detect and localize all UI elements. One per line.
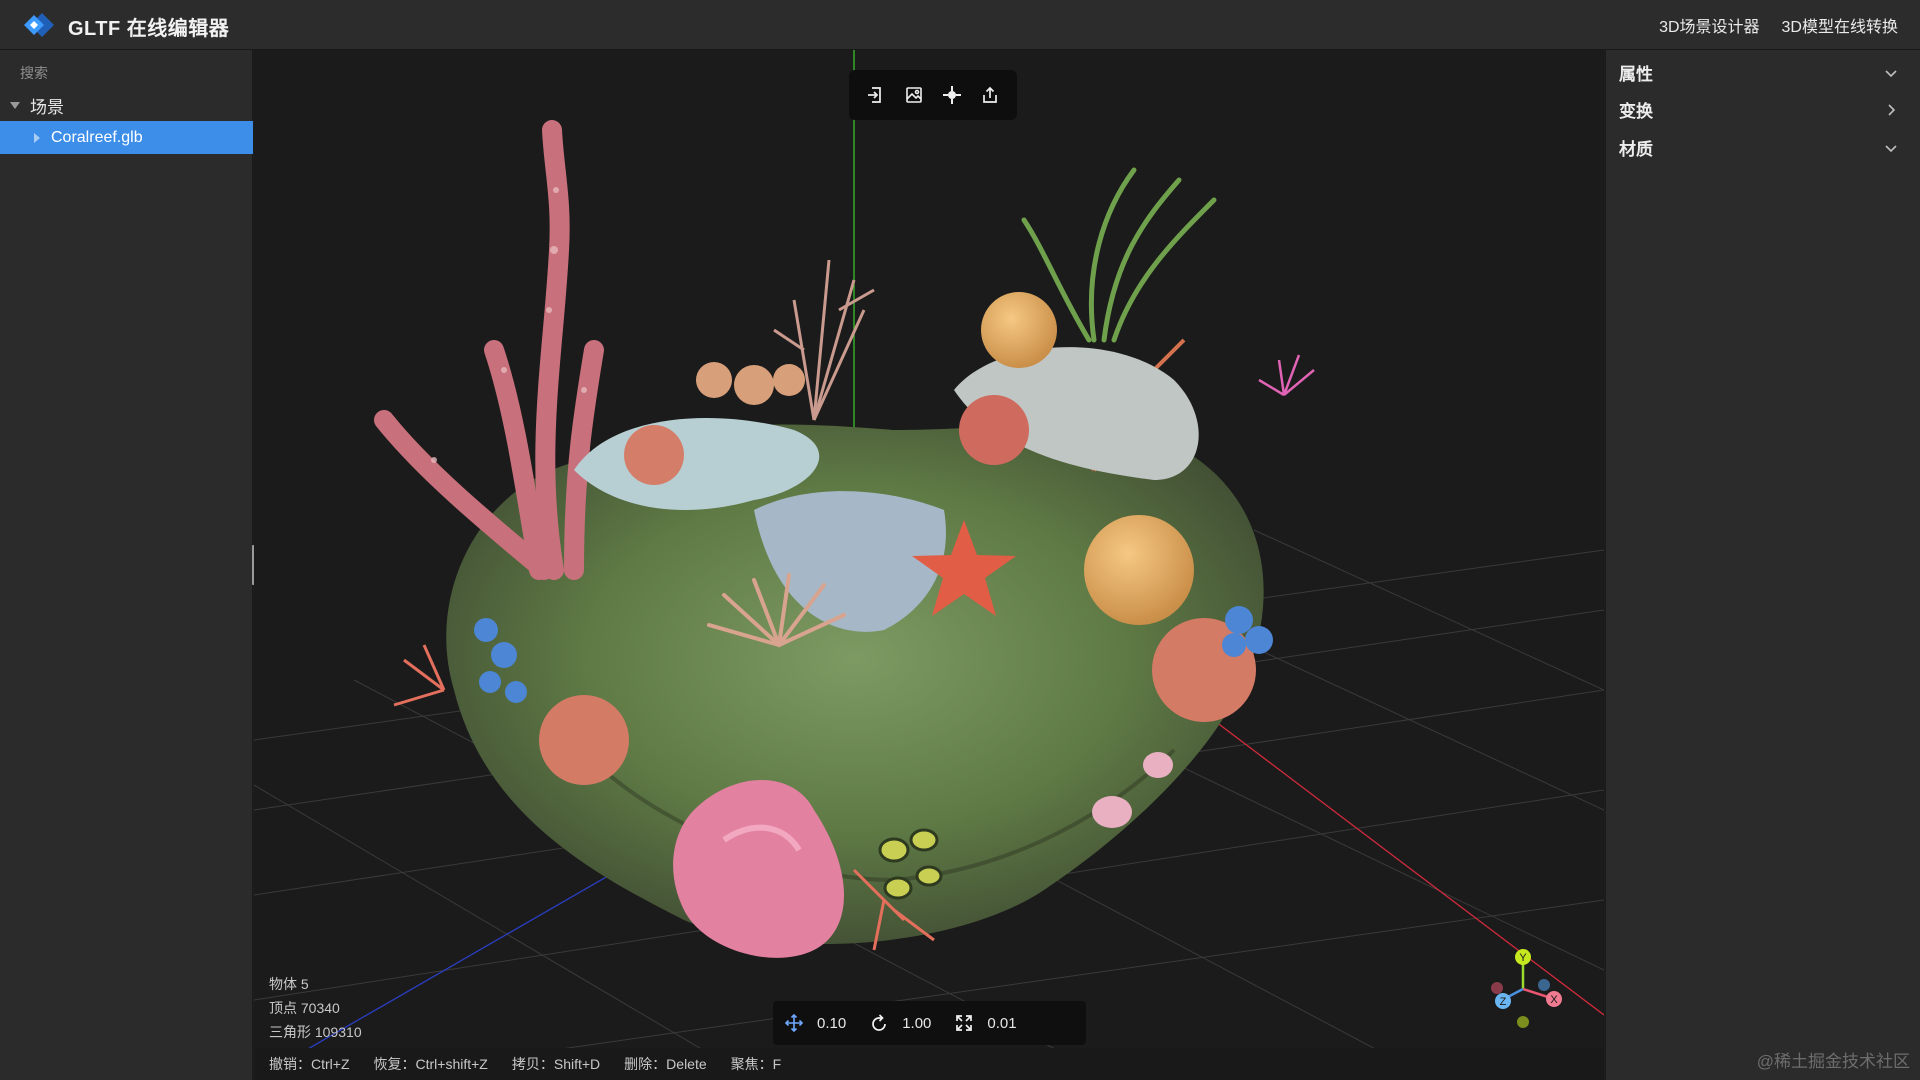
focus-icon[interactable] bbox=[937, 80, 967, 110]
object-count: 物体 5 bbox=[269, 976, 309, 992]
image-export-icon[interactable] bbox=[899, 80, 929, 110]
import-icon[interactable] bbox=[861, 80, 891, 110]
scene-render[interactable] bbox=[254, 50, 1604, 1080]
share-export-icon[interactable] bbox=[975, 80, 1005, 110]
undo-hint: 撤销：Ctrl+Z bbox=[269, 1056, 350, 1072]
tree-node-label: 场景 bbox=[30, 97, 64, 117]
shortcut-hints: 撤销：Ctrl+Z 恢复：Ctrl+shift+Z 拷贝：Shift+D 删除：… bbox=[254, 1048, 1604, 1080]
triangle-count: 三角形 109310 bbox=[269, 1024, 362, 1040]
gizmo-x-handle[interactable]: X bbox=[1546, 991, 1562, 1007]
scene-stats: 物体 5 顶点 70340 三角形 109310 bbox=[269, 972, 362, 1044]
caret-right-icon[interactable] bbox=[34, 132, 40, 143]
section-material[interactable]: 材质 bbox=[1606, 130, 1920, 164]
scale-snap: 0.01 bbox=[953, 1012, 1017, 1034]
properties-panel: 属性 变换 材质 bbox=[1605, 50, 1920, 1080]
chevron-down-icon[interactable] bbox=[1883, 140, 1899, 156]
tree-node-model-selected[interactable]: Coralreef.glb bbox=[0, 121, 253, 154]
gizmo-x-label: X bbox=[1550, 994, 1558, 1006]
app-header: GLTF 在线编辑器 3D场景设计器 3D模型在线转换 bbox=[0, 0, 1920, 50]
delete-hint: 删除：Delete bbox=[624, 1056, 707, 1072]
app-logo-icon bbox=[24, 13, 54, 37]
app-title: GLTF 在线编辑器 bbox=[68, 18, 230, 40]
gizmo-z-handle[interactable]: Z bbox=[1495, 993, 1511, 1009]
header-nav: 3D场景设计器 3D模型在线转换 bbox=[1659, 0, 1898, 50]
copy-hint: 拷贝：Shift+D bbox=[511, 1056, 601, 1072]
redo-hint: 恢复：Ctrl+shift+Z bbox=[373, 1056, 488, 1072]
tree-node-scene[interactable]: 场景 bbox=[0, 90, 253, 120]
gizmo-z-label: Z bbox=[1500, 996, 1507, 1008]
scale-icon[interactable] bbox=[953, 1012, 975, 1034]
rotate-snap: 1.00 bbox=[868, 1012, 931, 1034]
snap-settings-bar: 0.10 1.00 0.01 bbox=[773, 1001, 1086, 1045]
chevron-right-icon[interactable] bbox=[1883, 102, 1899, 118]
focus-hint: 聚焦：F bbox=[730, 1056, 782, 1072]
orientation-gizmo[interactable]: Y X Z bbox=[1479, 943, 1579, 1043]
vertex-count: 顶点 70340 bbox=[269, 1000, 340, 1016]
scale-snap-value[interactable]: 0.01 bbox=[987, 1015, 1016, 1032]
translate-snap: 0.10 bbox=[783, 1012, 846, 1034]
search-input[interactable] bbox=[10, 60, 242, 86]
model-converter-link[interactable]: 3D模型在线转换 bbox=[1782, 13, 1898, 37]
rotate-icon[interactable] bbox=[868, 1012, 890, 1034]
chevron-down-icon[interactable] bbox=[1883, 65, 1899, 81]
scene-tree-panel: 场景 Coralreef.glb bbox=[0, 50, 253, 1080]
section-label: 变换 bbox=[1619, 101, 1653, 121]
gizmo-y-label: Y bbox=[1519, 952, 1527, 964]
coral-reef-model bbox=[374, 120, 1315, 958]
rotate-snap-value[interactable]: 1.00 bbox=[902, 1015, 931, 1032]
move-icon[interactable] bbox=[783, 1012, 805, 1034]
section-label: 材质 bbox=[1619, 139, 1653, 159]
section-label: 属性 bbox=[1619, 64, 1653, 84]
3d-viewport[interactable]: 物体 5 顶点 70340 三角形 109310 0.10 1.00 0.01 … bbox=[254, 50, 1604, 1080]
section-properties[interactable]: 属性 bbox=[1606, 55, 1920, 89]
tree-node-label: Coralreef.glb bbox=[51, 128, 143, 146]
gizmo-y-handle[interactable]: Y bbox=[1515, 949, 1531, 965]
viewport-toolbar bbox=[849, 70, 1017, 120]
translate-snap-value[interactable]: 0.10 bbox=[817, 1015, 846, 1032]
section-transform[interactable]: 变换 bbox=[1606, 92, 1920, 126]
caret-down-icon[interactable] bbox=[10, 101, 20, 109]
watermark-text: @稀土掘金技术社区 bbox=[1756, 1052, 1910, 1071]
scene-designer-link[interactable]: 3D场景设计器 bbox=[1659, 13, 1759, 37]
